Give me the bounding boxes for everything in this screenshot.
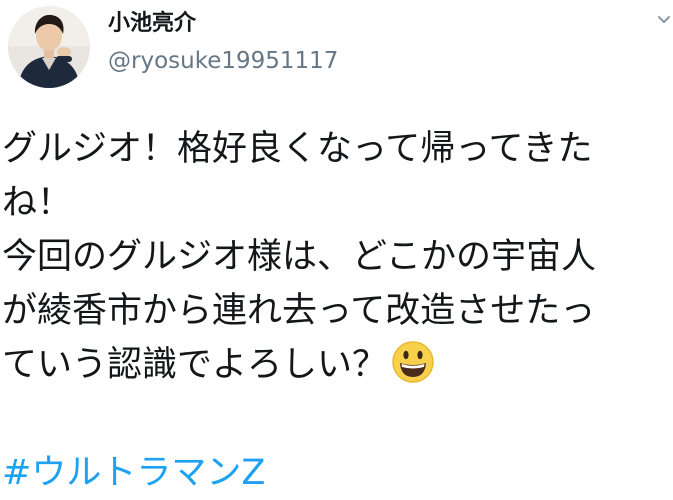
- tweet-text-line: ね！: [2, 183, 73, 223]
- tweet-text-segment: ていう認識でよろしい？: [2, 345, 388, 385]
- tweet-text: グルジオ！格好良くなって帰ってきた ね！ 今回のグルジオ様は、どこかの宇宙人 が…: [2, 122, 670, 500]
- tweet-text-line: が綾香市から連れ去って改造させたっ: [2, 291, 596, 331]
- author-display-name[interactable]: 小池亮介: [108, 10, 196, 38]
- tweet-card: 小池亮介 @ryosuke19951117 グルジオ！格好良くなって帰ってきた …: [0, 0, 673, 499]
- hashtag-line: #ウルトラマンZ: [2, 446, 670, 500]
- tweet-text-line-with-emoji: ていう認識でよろしい？: [2, 338, 670, 392]
- author-handle: @ryosuke19951117: [108, 48, 339, 74]
- grinning-face-emoji-icon: [391, 340, 435, 384]
- chevron-down-icon[interactable]: [656, 12, 672, 28]
- tweet-text-line: グルジオ！格好良くなって帰ってきた: [2, 129, 593, 169]
- avatar[interactable]: [8, 6, 90, 88]
- hashtag-link[interactable]: #ウルトラマンZ: [2, 453, 265, 493]
- tweet-text-line: 今回のグルジオ様は、どこかの宇宙人: [2, 237, 596, 277]
